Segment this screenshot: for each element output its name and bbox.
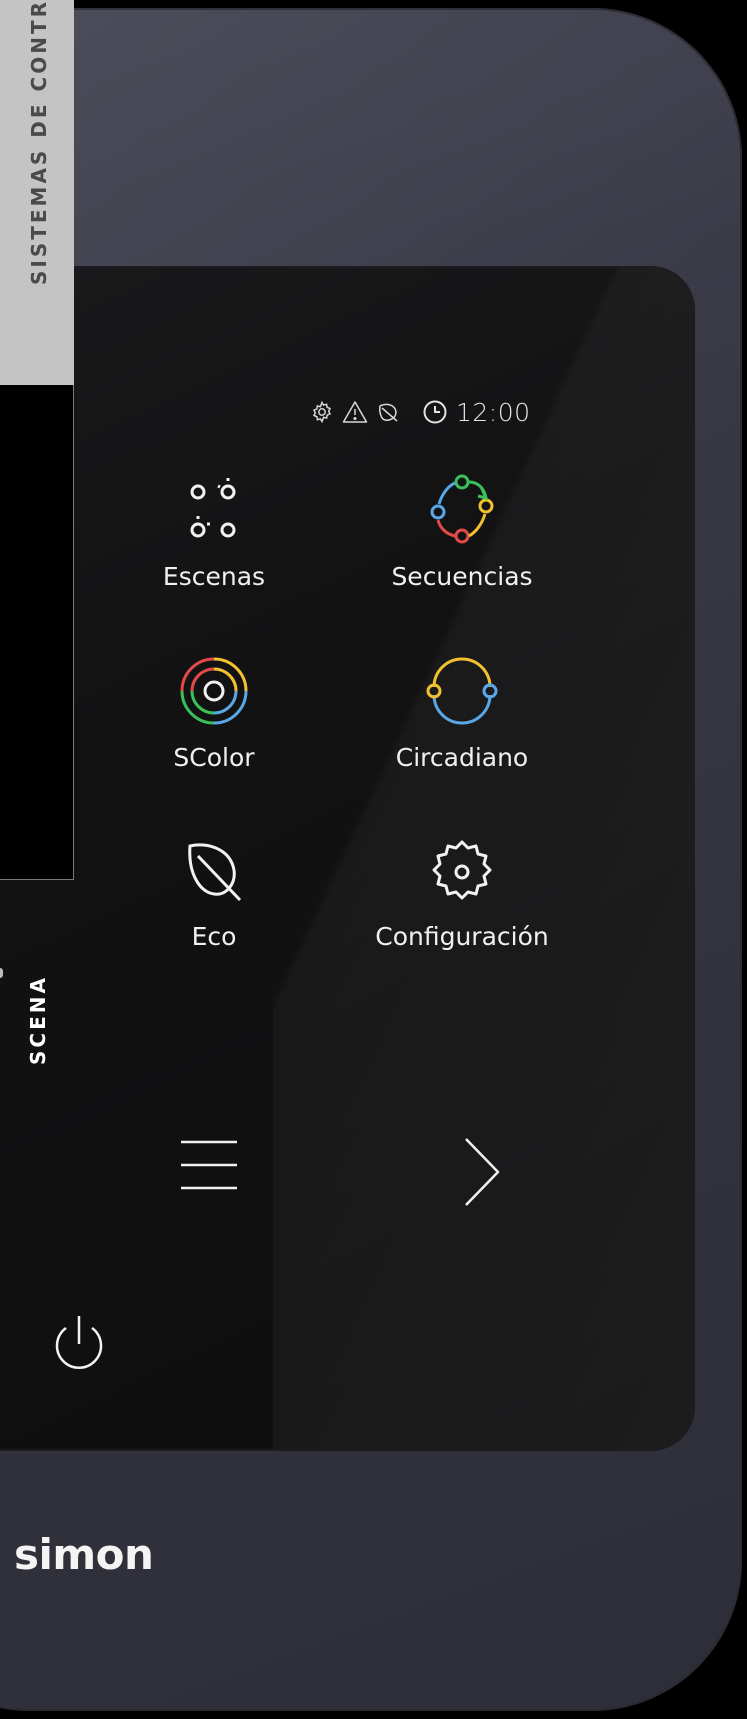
side-tab-label: SISTEMAS DE CONTR [27, 0, 51, 285]
menu-item-escenas[interactable]: Escenas [94, 462, 334, 591]
gear-icon [312, 400, 332, 424]
warning-icon [342, 401, 368, 423]
scenes-icon [190, 478, 236, 538]
menu-item-eco[interactable]: Eco [94, 822, 334, 951]
menu-label-escenas: Escenas [162, 562, 266, 591]
side-indicator [0, 968, 3, 978]
side-tab-active[interactable]: SCENA [0, 385, 74, 1065]
sequences-icon [430, 474, 494, 544]
settings-icon [432, 840, 492, 900]
side-tab-active-label: SCENA [26, 975, 50, 1065]
menu-label-scolor: SColor [173, 743, 255, 772]
leaf-icon [188, 843, 242, 902]
circadian-icon [426, 657, 498, 725]
menu-item-scolor[interactable]: SColor [94, 643, 334, 772]
menu-label-secuencias: Secuencias [391, 562, 533, 591]
clock-icon [423, 400, 447, 424]
menu-item-configuracion[interactable]: Configuración [342, 822, 582, 951]
chevron-right-icon[interactable] [460, 1135, 504, 1209]
hamburger-icon[interactable] [178, 1132, 240, 1198]
menu-label-eco: Eco [191, 922, 237, 951]
page: SISTEMAS DE CONTR SCENA 12:00 Escenas Se… [0, 0, 747, 1719]
power-icon[interactable] [46, 1310, 112, 1376]
eco-off-icon [379, 403, 398, 422]
scolor-icon [180, 657, 248, 725]
side-tab-inactive[interactable]: SISTEMAS DE CONTR [0, 0, 74, 385]
menu-label-circadiano: Circadiano [395, 743, 529, 772]
menu-item-secuencias[interactable]: Secuencias [342, 462, 582, 591]
menu-label-configuracion: Configuración [375, 922, 549, 951]
status-bar: 12:00 [310, 395, 531, 429]
brand-logo: simon [14, 1530, 154, 1579]
menu-item-circadiano[interactable]: Circadiano [342, 643, 582, 772]
clock-time: 12:00 [456, 397, 531, 427]
